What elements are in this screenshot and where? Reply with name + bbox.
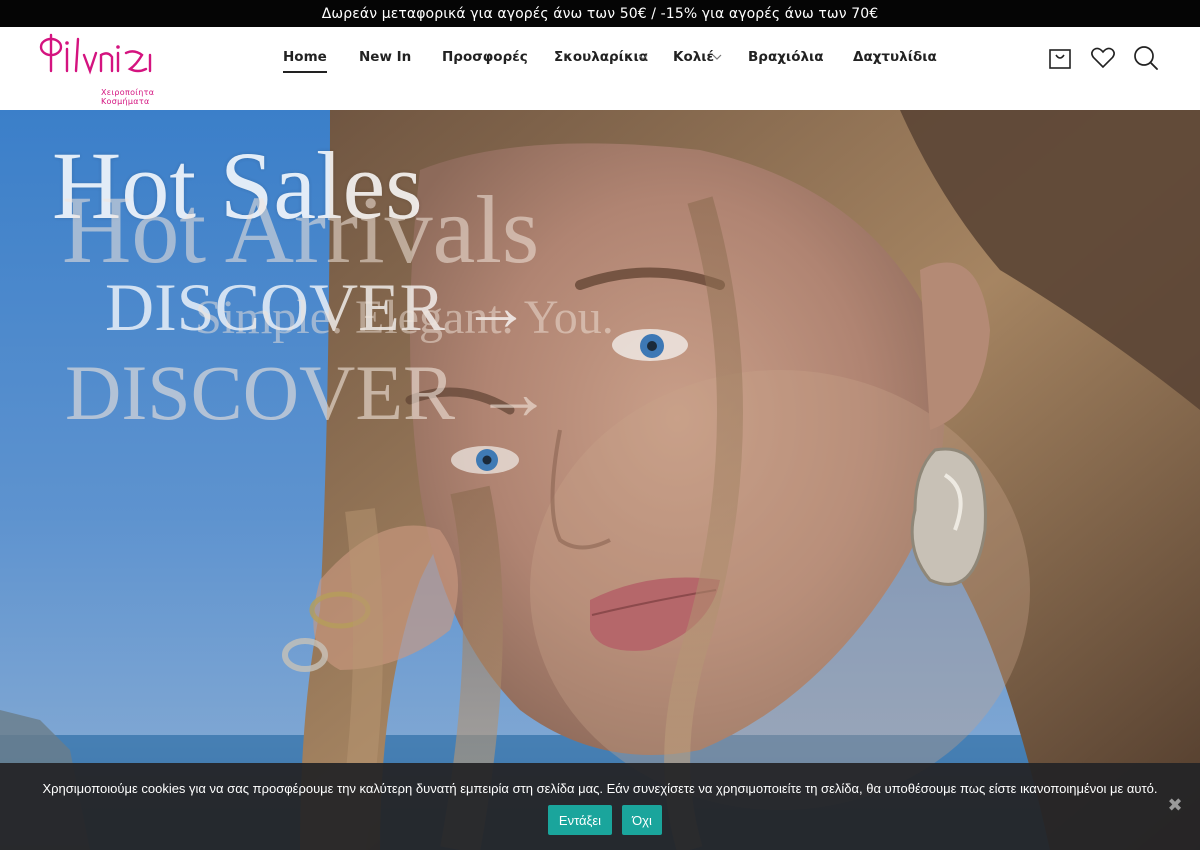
nav-item-bracelets[interactable]: Βραχιόλια xyxy=(748,49,824,65)
cookie-decline-button[interactable]: Όχι xyxy=(622,805,662,835)
nav-item-home[interactable]: Home xyxy=(283,49,327,73)
nav-item-earrings[interactable]: Σκουλαρίκια xyxy=(554,49,648,65)
cookie-accept-button[interactable]: Εντάξει xyxy=(548,805,612,835)
site-logo[interactable]: Χειροποίητα Κοσμήματα xyxy=(38,31,168,106)
cookie-banner: Χρησιμοποιούμε cookies για να σας προσφέ… xyxy=(0,763,1200,850)
hero-slider[interactable]: Hot Sales DISCOVER → Hot Arrivals Simple… xyxy=(0,110,1200,850)
logo-mark xyxy=(39,33,152,75)
heart-icon[interactable] xyxy=(1090,45,1116,71)
close-icon[interactable]: ✖ xyxy=(1166,796,1184,814)
cookie-message: Χρησιμοποιούμε cookies για να σας προσφέ… xyxy=(42,781,1158,796)
hero-subtitle: Simple. Elegant. You. xyxy=(195,291,614,344)
cart-icon[interactable] xyxy=(1047,45,1073,71)
hero-cta-discover-b[interactable]: DISCOVER → xyxy=(65,348,553,438)
announcement-bar: Δωρεάν μεταφορικά για αγορές άνω των 50€… xyxy=(0,0,1200,27)
nav-item-new-in[interactable]: New In xyxy=(359,49,411,65)
hero-title-hot-arrivals: Hot Arrivals xyxy=(62,176,540,283)
announcement-text: Δωρεάν μεταφορικά για αγορές άνω των 50€… xyxy=(321,5,879,22)
logo-tagline: Χειροποίητα Κοσμήματα xyxy=(101,88,155,106)
nav-item-offers[interactable]: Προσφορές xyxy=(442,49,528,65)
search-icon[interactable] xyxy=(1133,45,1159,71)
nav-item-necklaces[interactable]: Κολιέ xyxy=(673,49,714,65)
nav-item-rings[interactable]: Δαχτυλίδια xyxy=(853,49,937,65)
chevron-down-icon[interactable] xyxy=(712,53,722,61)
chevron-down-icon[interactable] xyxy=(638,53,648,61)
site-header: Χειροποίητα Κοσμήματα Home New In Προσφο… xyxy=(0,27,1200,110)
